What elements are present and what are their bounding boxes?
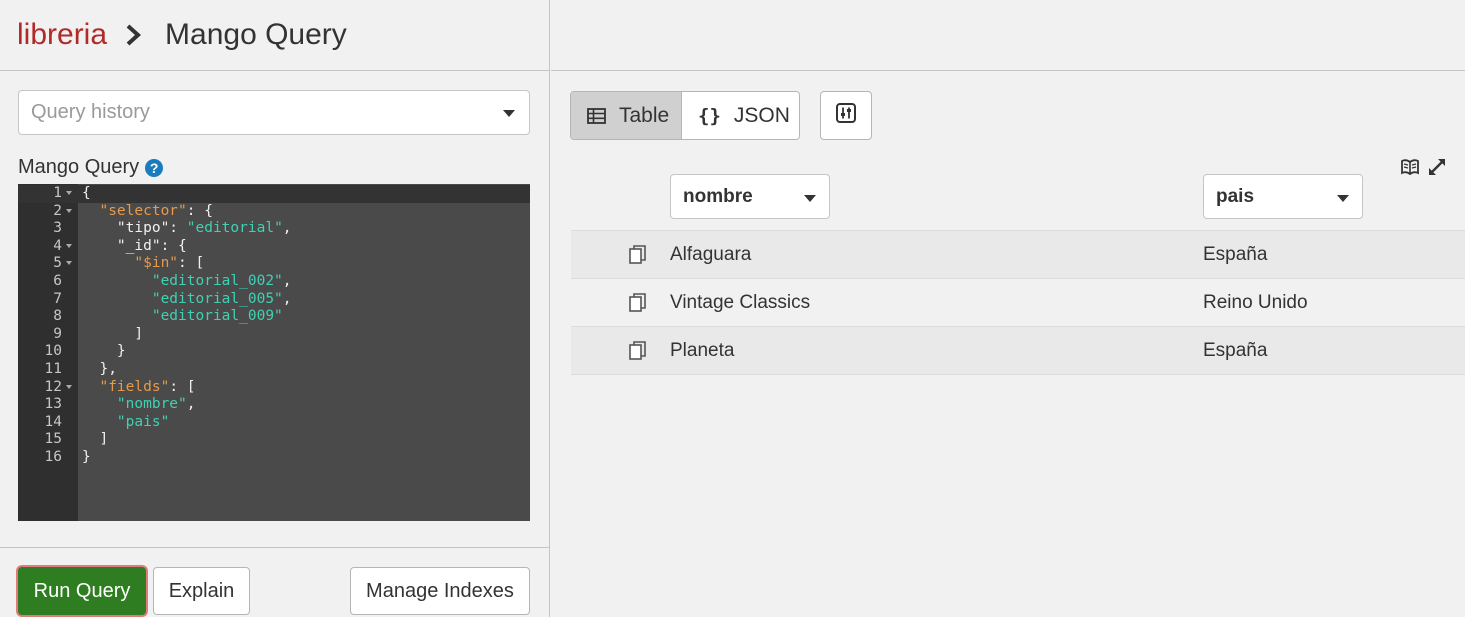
manage-indexes-button[interactable]: Manage Indexes xyxy=(350,567,530,615)
query-history-select[interactable]: Query history xyxy=(18,90,530,135)
line-number: 8 xyxy=(53,308,62,325)
editor-line: 13 "nombre", xyxy=(18,396,530,414)
editor-label: Mango Query ? xyxy=(18,156,164,179)
column-select-nombre[interactable]: nombre xyxy=(670,174,830,219)
code-text: "fields": [ xyxy=(99,378,196,395)
editor-line: 8 "editorial_009" xyxy=(18,308,530,326)
code-editor[interactable]: 1{2 "selector": {3 "tipo": "editorial", 4… xyxy=(18,184,530,521)
table-view-label: Table xyxy=(619,103,670,127)
fold-arrow-icon[interactable] xyxy=(66,191,72,195)
copy-icon[interactable] xyxy=(629,341,647,361)
json-view-button[interactable]: {} JSON xyxy=(682,92,799,139)
line-number: 6 xyxy=(53,273,62,289)
line-number: 13 xyxy=(44,396,62,413)
table-row[interactable]: Alfaguara España xyxy=(571,230,1465,279)
line-number: 15 xyxy=(44,431,62,448)
line-number: 5 xyxy=(53,255,62,272)
caret-down-icon xyxy=(503,110,515,117)
caret-down-icon xyxy=(1337,195,1349,202)
table-icon xyxy=(587,107,606,124)
table-row[interactable]: Planeta España xyxy=(571,326,1465,375)
expand-icon[interactable] xyxy=(1428,158,1446,176)
line-number: 4 xyxy=(53,237,62,254)
line-number: 12 xyxy=(44,378,62,395)
code-text: ] xyxy=(82,431,109,448)
editor-line: 15 ] xyxy=(18,431,530,449)
copy-icon[interactable] xyxy=(629,293,647,313)
code-text: "$in": [ xyxy=(134,255,205,272)
editor-toolbar xyxy=(1401,158,1446,176)
code-text: "pais" xyxy=(116,413,170,430)
editor-label-text: Mango Query xyxy=(18,156,140,178)
editor-line: 6 "editorial_002", xyxy=(18,273,530,291)
column-settings-button[interactable] xyxy=(820,91,872,140)
query-history-placeholder: Query history xyxy=(31,101,150,123)
cell-pais: España xyxy=(1203,339,1268,361)
column-select-label: pais xyxy=(1216,185,1255,207)
table-view-button[interactable]: Table xyxy=(571,92,682,139)
view-toggle: Table {} JSON xyxy=(570,91,800,140)
editor-line: 9 ] xyxy=(18,326,530,344)
code-text: { xyxy=(82,185,91,201)
editor-line: 5 "$in": [ xyxy=(18,255,530,273)
code-text: "editorial_002", xyxy=(151,273,292,289)
editor-line: 3 "tipo": "editorial", xyxy=(18,220,530,238)
editor-line: 11 }, xyxy=(18,361,530,379)
line-number: 16 xyxy=(44,449,62,465)
code-text: ] xyxy=(82,325,144,342)
editor-line: 7 "editorial_005", xyxy=(18,291,530,309)
book-icon[interactable] xyxy=(1401,158,1419,176)
chevron-right-icon xyxy=(125,24,147,46)
fold-arrow-icon[interactable] xyxy=(66,384,72,389)
cell-pais: España xyxy=(1203,244,1268,265)
line-number: 9 xyxy=(53,325,62,342)
breadcrumb-database-link[interactable]: libreria xyxy=(17,18,107,52)
code-text: "selector": { xyxy=(99,202,213,219)
run-query-button[interactable]: Run Query xyxy=(18,567,146,615)
line-number: 14 xyxy=(44,413,62,430)
line-number: 1 xyxy=(53,185,62,201)
sliders-icon xyxy=(836,103,856,128)
fold-arrow-icon[interactable] xyxy=(66,208,72,213)
editor-line: 14 "pais" xyxy=(18,414,530,432)
editor-line: 16} xyxy=(18,449,530,467)
explain-button[interactable]: Explain xyxy=(153,567,250,615)
fold-arrow-icon[interactable] xyxy=(66,261,72,266)
editor-line: 2 "selector": { xyxy=(18,203,530,221)
help-icon[interactable]: ? xyxy=(145,158,164,177)
column-select-pais[interactable]: pais xyxy=(1203,174,1363,219)
code-text: } xyxy=(82,343,126,360)
page-title: Mango Query xyxy=(165,18,347,51)
code-text: "tipo": "editorial", xyxy=(82,220,292,237)
cell-nombre: Planeta xyxy=(670,339,735,361)
editor-line: 1{ xyxy=(18,185,530,203)
breadcrumb: libreria Mango Query xyxy=(0,0,549,71)
json-view-label: JSON xyxy=(733,103,790,127)
line-number: 3 xyxy=(53,220,62,237)
table-row[interactable]: Vintage Classics Reino Unido xyxy=(571,278,1465,327)
fold-arrow-icon[interactable] xyxy=(66,243,72,248)
line-number: 10 xyxy=(44,343,62,360)
braces-icon: {} xyxy=(698,104,721,127)
cell-nombre: Vintage Classics xyxy=(670,292,811,313)
code-text: "_id": { xyxy=(82,237,187,254)
column-select-label: nombre xyxy=(683,185,753,207)
line-number: 11 xyxy=(44,361,62,377)
cell-nombre: Alfaguara xyxy=(670,244,752,265)
code-text: "nombre", xyxy=(116,396,196,413)
copy-icon[interactable] xyxy=(629,245,647,265)
editor-line: 4 "_id": { xyxy=(18,238,530,256)
results-header xyxy=(551,0,1465,71)
code-text: }, xyxy=(82,361,117,377)
line-number: 7 xyxy=(53,290,62,307)
editor-line: 12 "fields": [ xyxy=(18,379,530,397)
code-text: "editorial_005", xyxy=(151,290,292,307)
code-text: } xyxy=(82,449,91,465)
editor-line: 10 } xyxy=(18,343,530,361)
cell-pais: Reino Unido xyxy=(1203,292,1308,313)
line-number: 2 xyxy=(53,202,62,219)
code-text: "editorial_009" xyxy=(151,308,283,325)
caret-down-icon xyxy=(804,195,816,202)
